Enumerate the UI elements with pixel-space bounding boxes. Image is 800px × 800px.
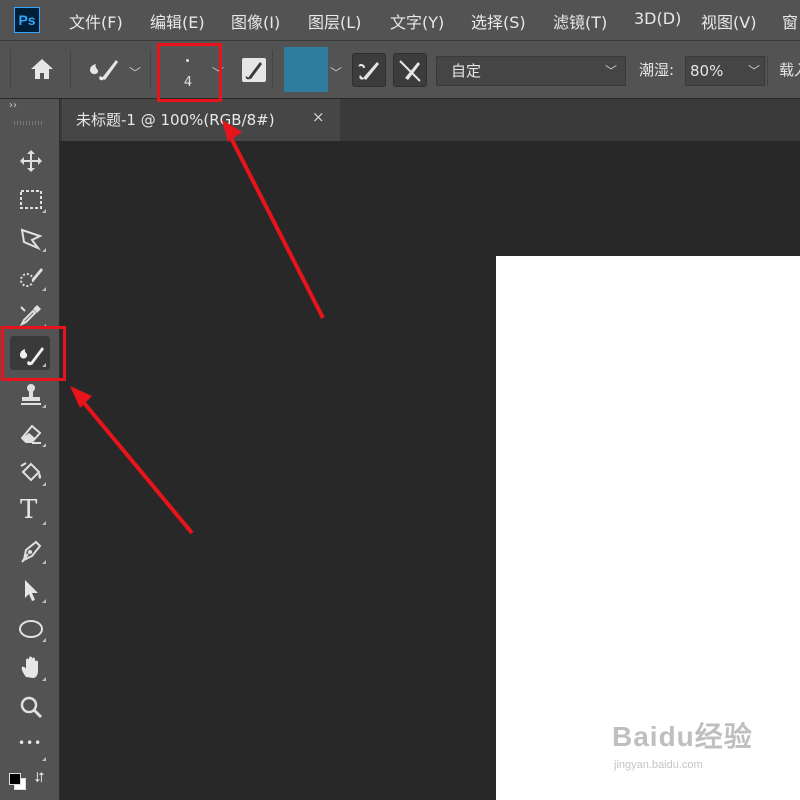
arrow-to-tab — [226, 131, 325, 319]
watermark-brand: Baidu经验 — [612, 721, 753, 752]
watermark-url: jingyan.baidu.com — [614, 759, 703, 771]
arrowhead — [222, 120, 242, 142]
arrowhead — [70, 386, 92, 408]
annotation-arrows — [70, 120, 325, 535]
watermark: Baidu经验 jingyan.baidu.com — [612, 715, 753, 771]
arrow-to-mixer-brush — [78, 396, 194, 535]
